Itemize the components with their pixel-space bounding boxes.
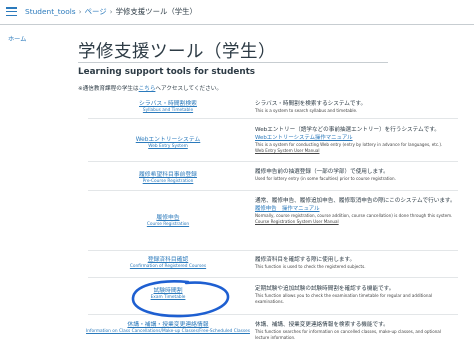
breadcrumb-separator: › — [78, 7, 82, 16]
tool-description-en: Used for lottery entry (in some facultie… — [255, 176, 396, 181]
tool-link-class-cancellations[interactable]: 休講・補講・授業変更連絡情報 — [78, 321, 258, 329]
tool-link-class-cancellations-en[interactable]: Information on Class Cancellations/Make-… — [78, 329, 258, 335]
row-divider — [88, 250, 458, 251]
tool-description: 履修申告前の抽選登録（一部の学部）で使用します。 — [255, 169, 389, 175]
page-subtitle: Learning support tools for students — [78, 67, 256, 77]
manual-link[interactable]: Webエントリーシステム操作マニュアル — [255, 134, 460, 142]
top-bar: Student_tools › ページ › 学修支援ツール（学生） — [0, 0, 474, 25]
tool-description: Webエントリー（語学などの事前抽選エントリー）を行うシステムです。 — [255, 127, 440, 133]
notice-suffix: へアクセスしてください。 — [155, 86, 222, 92]
tool-link-exam-timetable[interactable]: 試験時間割 — [88, 287, 248, 295]
tool-description-en: This function searches for information o… — [255, 329, 441, 340]
menu-icon[interactable] — [6, 7, 17, 17]
tool-description: シラバス・時間割を検索するシステムです。 — [255, 101, 367, 107]
tool-link-registered-courses[interactable]: 登録済科目確認 — [88, 256, 248, 264]
tool-description-en: This is a system to search syllabus and … — [255, 108, 358, 113]
breadcrumb-section[interactable]: ページ — [85, 7, 107, 16]
tool-link-syllabus[interactable]: シラバス・時間割検索 — [88, 100, 248, 108]
breadcrumb-separator: › — [109, 7, 113, 16]
tool-link-syllabus-en[interactable]: Syllabus and Timetable — [88, 108, 248, 114]
row-divider — [88, 161, 458, 162]
row-divider — [88, 277, 458, 278]
breadcrumb: Student_tools › ページ › 学修支援ツール（学生） — [25, 6, 197, 17]
tool-link-registered-courses-en[interactable]: Confirmation of Registered Courses — [88, 264, 248, 270]
manual-link[interactable]: 履修申告 操作マニュアル — [255, 205, 460, 213]
tool-description: 定期試験や追加試験の試験時間割を確認する機能です。 — [255, 286, 395, 292]
tool-description: 通常、履修申告、履修追加申告、履修取消申告の際にこのシステムで行います。 — [255, 198, 456, 204]
tool-link-web-entry-en[interactable]: Web Entry System — [88, 144, 248, 150]
breadcrumb-course[interactable]: Student_tools — [25, 7, 76, 16]
tool-description-en: This function is used to check the regis… — [255, 264, 366, 269]
manual-link-en[interactable]: Web Entry System User Manual — [255, 148, 460, 154]
sidebar-item-home[interactable]: ホーム — [8, 34, 26, 43]
page-title: 学修支援ツール（学生） — [78, 42, 276, 62]
breadcrumb-current: 学修支援ツール（学生） — [115, 7, 197, 16]
row-divider — [88, 118, 458, 119]
tool-link-pre-registration-en[interactable]: Pre-Course Registration — [88, 179, 248, 185]
notice-text: ※通信教育課程の学生はこちらへアクセスしてください。 — [78, 84, 222, 92]
row-divider — [88, 314, 458, 315]
tool-link-course-registration-en[interactable]: Course Registration — [88, 222, 248, 228]
manual-link-en[interactable]: Course Registration System User Manual — [255, 219, 460, 225]
tool-link-web-entry[interactable]: Webエントリーシステム — [88, 136, 248, 144]
title-divider — [78, 62, 388, 63]
tool-description-en: This function allows you to check the ex… — [255, 293, 433, 304]
tool-description: 履修済科目を確認する際に使用します。 — [255, 257, 356, 263]
notice-prefix: ※通信教育課程の学生は — [78, 86, 139, 92]
tool-link-pre-registration[interactable]: 履修希望科目事前登録 — [88, 171, 248, 179]
tool-link-course-registration[interactable]: 履修申告 — [88, 214, 248, 222]
tool-link-exam-timetable-en[interactable]: Exam Timetable — [88, 295, 248, 301]
tool-description: 休講、補講、授業変更連絡情報を検索する機能です。 — [255, 322, 389, 328]
notice-link[interactable]: こちら — [139, 86, 156, 92]
row-divider — [88, 190, 458, 191]
